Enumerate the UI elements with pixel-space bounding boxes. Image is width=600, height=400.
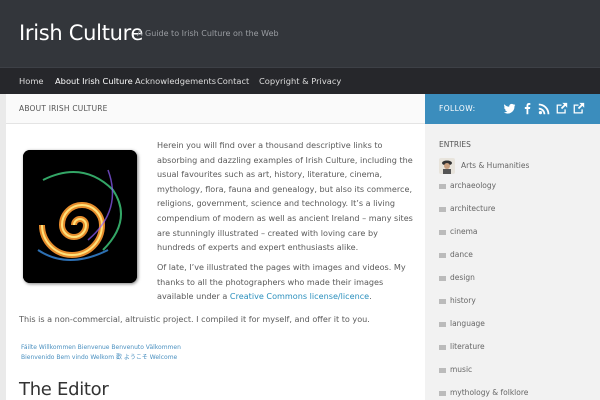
entry-dance[interactable]: dance [439,250,473,259]
tag-icon [439,183,446,189]
avatar [439,158,455,174]
editor-heading: The Editor [19,379,109,400]
main-content: ABOUT IRISH CULTURE Herein you will find… [6,94,425,400]
entry-label: archaeology [450,181,497,190]
entry-label: language [450,319,485,328]
entry-cinema[interactable]: cinema [439,227,477,236]
entry-language[interactable]: language [439,319,485,328]
entry-history[interactable]: history [439,296,476,305]
nav-item-about[interactable]: About Irish Culture [55,76,133,86]
entry-label: literature [450,342,485,351]
nav-item-copyright[interactable]: Copyright & Privacy [259,76,341,86]
tag-icon [439,206,446,212]
site-tagline: A Guide to Irish Culture on the Web [137,29,279,38]
entry-archaeology[interactable]: archaeology [439,181,496,190]
main-nav: Home About Irish Culture Acknowledgement… [0,67,600,94]
entry-mythology-folklore[interactable]: mythology & folklore [439,388,528,397]
twitter-icon[interactable] [503,102,516,115]
images-paragraph: Of late, I’ve illustrated the pages with… [157,260,417,304]
entry-literature[interactable]: literature [439,342,485,351]
follow-label: FOLLOW: [439,104,476,113]
page-heading-bar: ABOUT IRISH CULTURE [6,94,425,124]
entry-label: mythology & folklore [450,388,529,397]
entry-arts-humanities[interactable]: Arts & Humanities [461,161,529,170]
sidebar: FOLLOW: ENTRIES Arts & Humanities archae… [425,94,600,400]
intro-paragraph: Herein you will find over a thousand des… [157,140,413,253]
entry-design[interactable]: design [439,273,475,282]
welcome-text: Fáilte Willkommen Bienvenue Benvenuto Vä… [21,343,181,362]
spiral-image [23,150,137,283]
tag-icon [439,298,446,304]
nav-item-contact[interactable]: Contact [217,76,249,86]
entry-label: history [450,296,476,305]
entry-label: music [450,365,473,374]
entries-title: ENTRIES [439,140,471,149]
entry-label: cinema [450,227,478,236]
facebook-icon[interactable] [521,102,534,115]
rss-icon[interactable] [538,102,551,115]
project-paragraph: This is a non-commercial, altruistic pro… [19,314,370,324]
entry-music[interactable]: music [439,365,472,374]
nav-item-home[interactable]: Home [19,76,44,86]
tag-icon [439,390,446,396]
welcome-line: Fáilte Willkommen Bienvenue Benvenuto Vä… [21,344,181,351]
tag-icon [439,344,446,350]
follow-bar: FOLLOW: [425,94,600,124]
nav-item-acknowledgements[interactable]: Acknowledgements [135,76,216,86]
welcome-line: Bienvenido Bem vindo Welkom 歡 ようこそ Welco… [21,353,178,361]
external-link-icon[interactable] [555,102,568,115]
tag-icon [439,275,446,281]
site-title[interactable]: Irish Culture [19,21,143,45]
images-paragraph-end: . [369,291,372,302]
external-link-icon[interactable] [572,102,585,115]
tag-icon [439,321,446,327]
page-title: ABOUT IRISH CULTURE [19,104,108,113]
tag-icon [439,367,446,373]
entry-label: dance [450,250,473,259]
tag-icon [439,229,446,235]
creative-commons-link[interactable]: Creative Commons license/licence [230,291,369,301]
tag-icon [439,252,446,258]
entry-architecture[interactable]: architecture [439,204,495,213]
entry-label: design [450,273,475,282]
site-header: Irish Culture A Guide to Irish Culture o… [0,0,600,67]
entry-label: architecture [450,204,496,213]
